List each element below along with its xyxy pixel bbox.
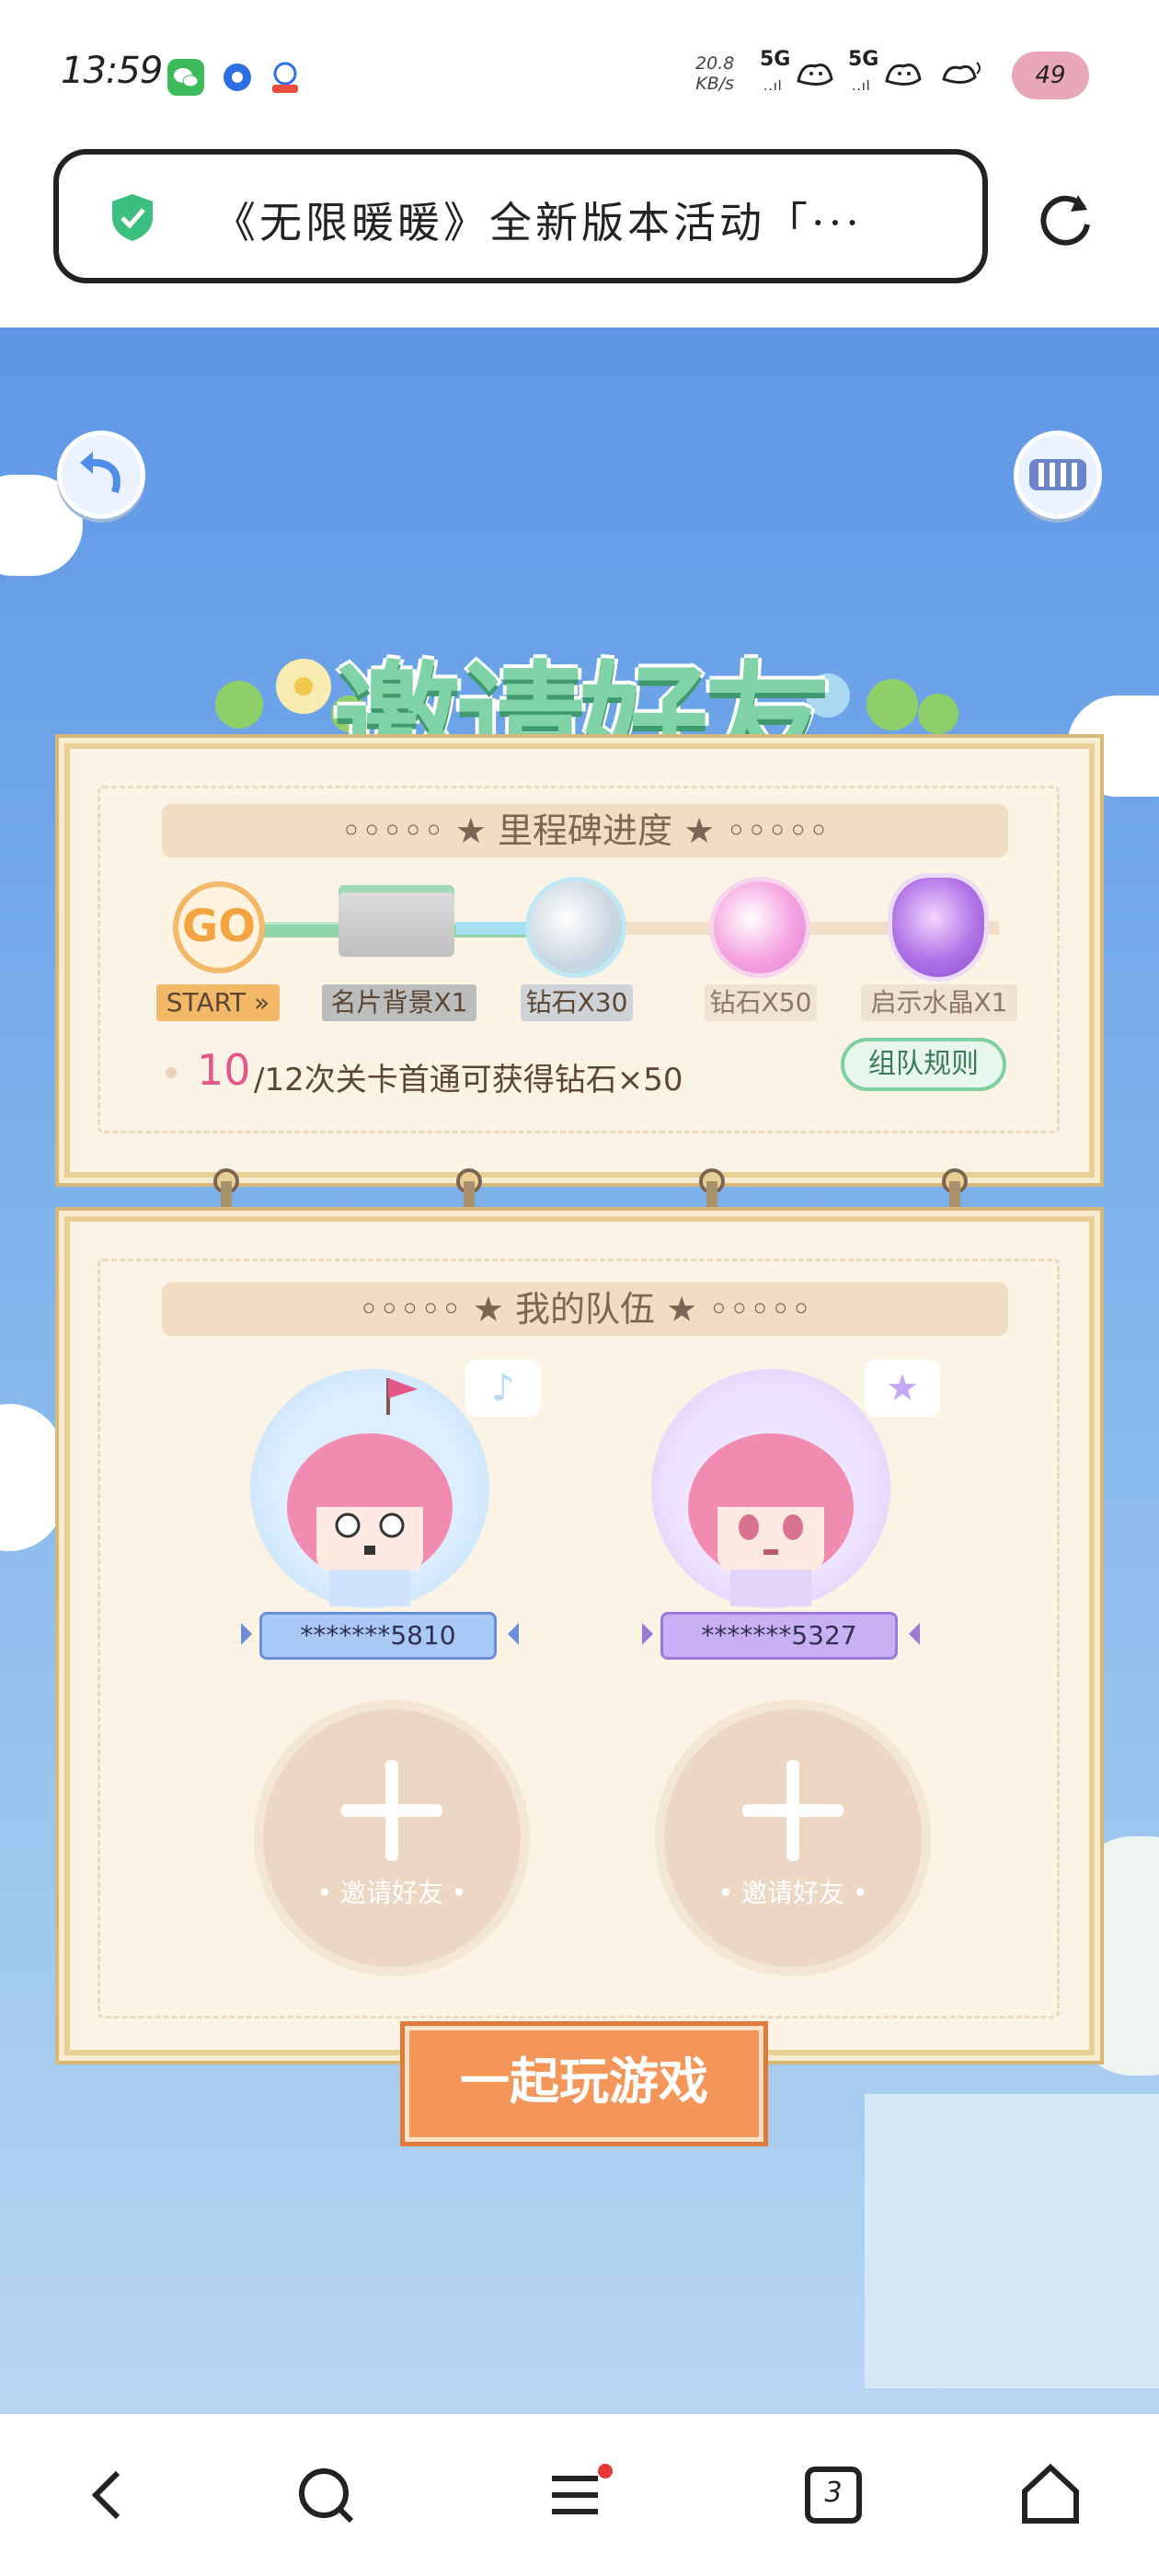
battery-indicator: 49 [1012, 52, 1089, 99]
signal-bars-1: ..ıl [763, 79, 783, 94]
milestone-header: ◦◦◦◦◦ ★ 里程碑进度 ★ ◦◦◦◦◦ [162, 804, 1008, 857]
back-button[interactable] [57, 431, 145, 519]
milestone-label-diamond50: 钻石X50 [705, 984, 817, 1021]
bottom-navigation: 3 [0, 2414, 1159, 2576]
plus-icon [385, 1760, 398, 1861]
wifi-cat-icon [940, 53, 984, 92]
team-panel: ◦◦◦◦◦ ★ 我的队伍 ★ ◦◦◦◦◦ ♪ *******5810 ★ ***… [64, 1216, 1095, 2055]
invite-friend-slot[interactable]: • 邀请好友 • [254, 1700, 530, 1976]
member-name-tag: *******5810 [259, 1612, 497, 1660]
milestone-label-card: 名片背景X1 [322, 984, 476, 1021]
progress-current: 10 [197, 1045, 251, 1095]
plus-icon [786, 1760, 799, 1861]
star-bubble-icon: ★ [865, 1360, 940, 1417]
team-rules-button[interactable]: 组队规则 [841, 1038, 1006, 1091]
pink-hair-character-icon [287, 1378, 453, 1606]
member-avatar[interactable] [651, 1369, 890, 1608]
home-icon[interactable] [1014, 2458, 1087, 2532]
invite-friend-label: • 邀请好友 • [316, 1878, 467, 1908]
page-title[interactable]: 《无限暖暖》全新版本活动「··· [213, 190, 968, 250]
net-speed-value: 20.8 [695, 53, 735, 74]
network-speed: 20.8 KB/s [695, 53, 734, 94]
card-background-icon [339, 892, 454, 957]
tabs-icon[interactable]: 3 [797, 2458, 870, 2532]
member-name-tag: *******5327 [660, 1612, 898, 1660]
back-arrow-icon[interactable] [72, 2458, 145, 2532]
tag-arrow-right [508, 1623, 519, 1645]
signal-1-label: 5G [760, 48, 791, 71]
clock: 13:59 [61, 50, 163, 92]
tabs-count: 3 [824, 2477, 843, 2509]
wechat-icon [167, 59, 204, 96]
signal-bars-2: ..ıl [852, 79, 871, 94]
progress-bullet [166, 1067, 177, 1078]
milestone-label-crystal: 启示水晶X1 [861, 984, 1017, 1021]
team-header: ◦◦◦◦◦ ★ 我的队伍 ★ ◦◦◦◦◦ [162, 1282, 1008, 1336]
crystal-purple-icon [892, 878, 984, 977]
play-together-button[interactable]: 一起玩游戏 [405, 2026, 763, 2142]
diamond-white-icon [530, 881, 622, 973]
progress-description: /12次关卡首通可获得钻石×50 [254, 1062, 683, 1098]
net-speed-unit: KB/s [695, 74, 735, 94]
milestone-panel: ◦◦◦◦◦ ★ 里程碑进度 ★ ◦◦◦◦◦ GO START » 名片背景X1 … [64, 743, 1095, 1178]
tag-arrow-left [642, 1623, 653, 1645]
invite-friend-label: • 邀请好友 • [717, 1878, 868, 1908]
signal-2-label: 5G [848, 48, 879, 71]
status-bar: 13:59 20.8 KB/s 5G ..ıl 5G ..ıl 49 [0, 0, 1159, 147]
cat-signal-icon [793, 53, 837, 92]
cloud [865, 2094, 1159, 2388]
baidu-icon [219, 59, 256, 96]
invite-friend-slot[interactable]: • 邀请好友 • [655, 1700, 931, 1976]
undo-icon [80, 452, 120, 494]
menu-button[interactable] [1014, 431, 1102, 519]
map-app-icon [267, 59, 304, 96]
music-note-bubble-icon: ♪ [465, 1360, 541, 1417]
milestone-label-start: START » [156, 984, 280, 1021]
menu-icon[interactable] [543, 2458, 616, 2532]
diamond-pink-icon [714, 881, 806, 973]
pink-hair-character-icon [688, 1433, 854, 1606]
go-badge-icon: GO [173, 881, 265, 973]
member-avatar[interactable] [250, 1369, 489, 1608]
game-webview: 邀请好友 ◦◦◦◦◦ ★ 里程碑进度 ★ ◦◦◦◦◦ GO START » 名片… [0, 328, 1159, 2414]
milestone-label-diamond30: 钻石X30 [521, 984, 633, 1021]
cloud [0, 1404, 64, 1551]
tag-arrow-left [241, 1623, 252, 1645]
bars-icon [1029, 459, 1086, 490]
reload-icon[interactable] [1036, 188, 1096, 248]
search-icon[interactable] [289, 2458, 362, 2532]
cat-signal-icon [881, 53, 925, 92]
shield-check-icon [107, 191, 158, 243]
address-bar[interactable]: 《无限暖暖》全新版本活动「··· [53, 149, 988, 283]
tag-arrow-right [909, 1623, 920, 1645]
